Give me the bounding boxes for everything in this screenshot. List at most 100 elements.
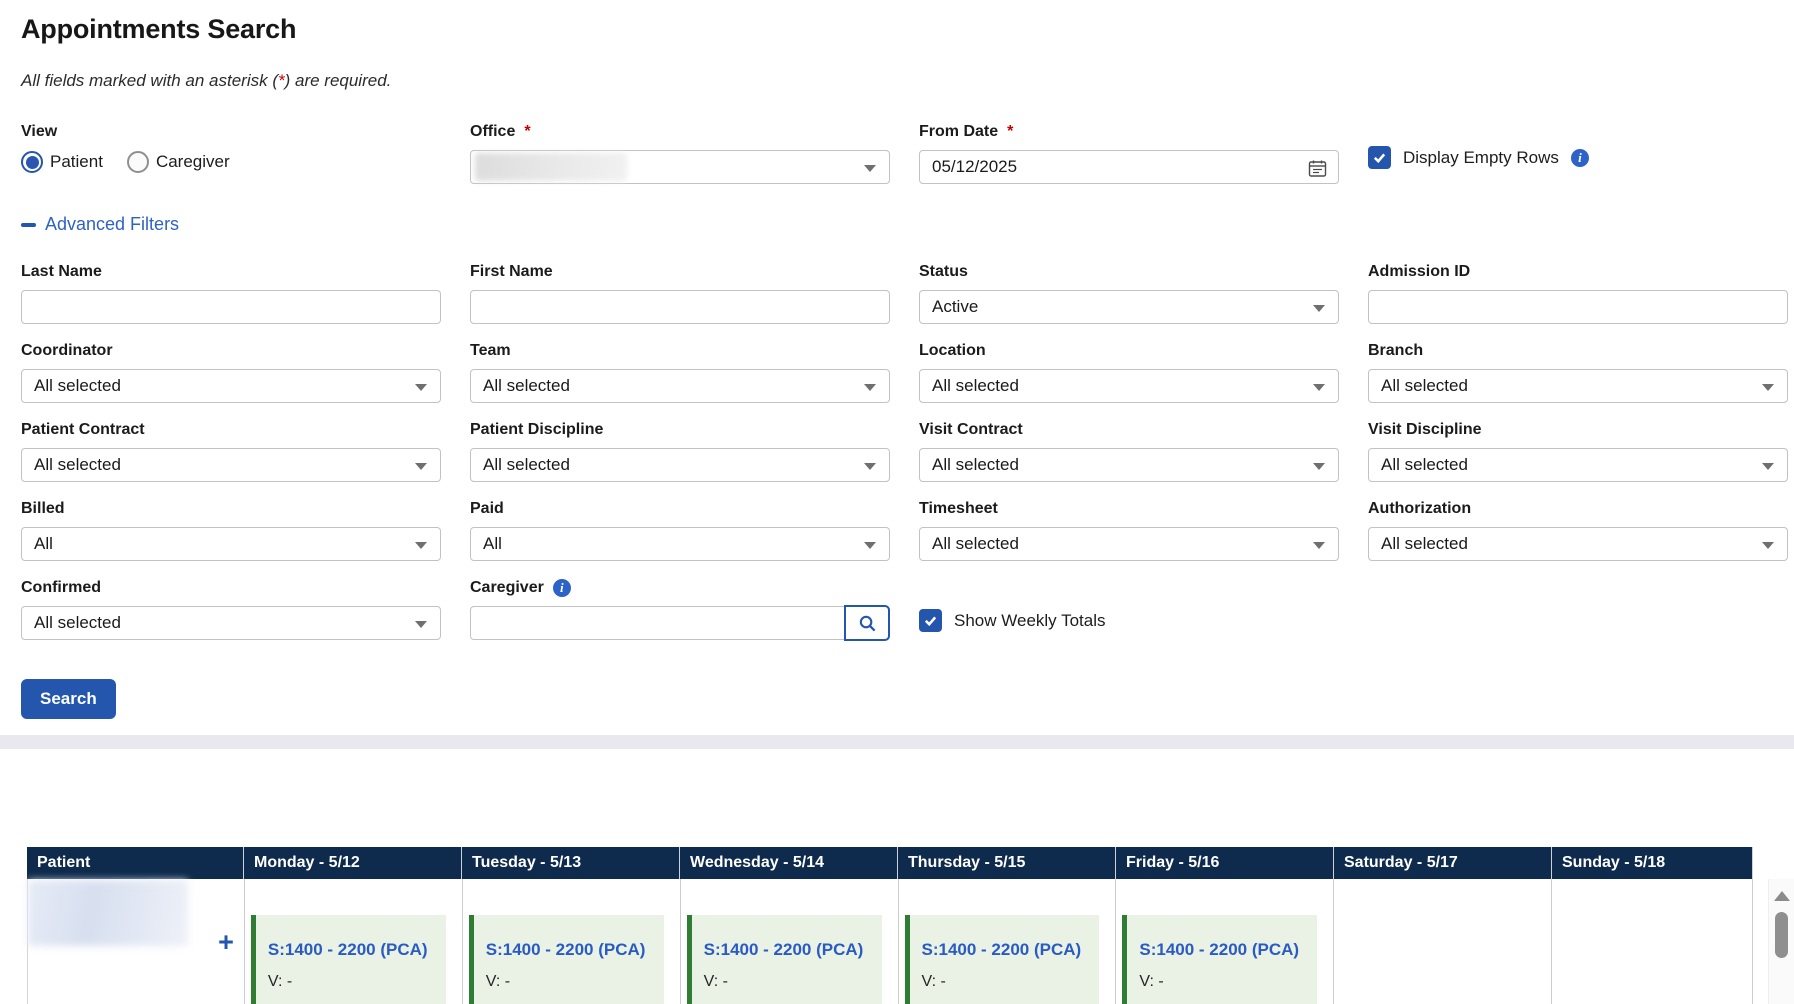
- scrollbar-up-icon[interactable]: [1774, 891, 1790, 901]
- team-field: Team All selected: [470, 342, 890, 403]
- first-name-field: First Name: [470, 263, 890, 324]
- admission-id-input-wrap: [1368, 290, 1788, 324]
- chevron-down-icon: [415, 621, 427, 628]
- view-label: View: [21, 123, 441, 141]
- chevron-down-icon: [1313, 384, 1325, 391]
- billed-select[interactable]: All: [21, 527, 441, 561]
- info-icon[interactable]: i: [553, 579, 571, 597]
- calendar-icon[interactable]: [1308, 159, 1327, 183]
- branch-field: BranchAll selected: [1368, 342, 1788, 403]
- appointment-schedule-link[interactable]: S:1400 - 2200 (PCA): [922, 940, 1100, 960]
- minus-icon: [21, 223, 36, 227]
- visit-discipline-field: Visit Discipline All selected: [1368, 421, 1788, 482]
- caregiver-field: Caregiver i: [470, 579, 890, 641]
- advanced-filter-grid: Last Name First Name Status Active Admission…: [21, 263, 1794, 561]
- show-weekly-totals-field: Show Weekly Totals: [919, 609, 1339, 632]
- branch-select[interactable]: All selected: [1368, 369, 1788, 403]
- grid-header-patient: Patient: [27, 847, 244, 879]
- chevron-down-icon: [864, 165, 876, 172]
- chevron-down-icon: [1313, 542, 1325, 549]
- location-select[interactable]: All selected: [919, 369, 1339, 403]
- authorization-label: Authorization: [1368, 500, 1788, 518]
- caregiver-search-input[interactable]: [470, 606, 844, 640]
- timesheet-label: Timesheet: [919, 500, 1339, 518]
- appointment-visit-text: V: -: [1139, 973, 1317, 991]
- from-date-input-wrap: [919, 150, 1339, 184]
- display-empty-rows-checkbox[interactable]: [1368, 146, 1391, 169]
- billed-field: BilledAll: [21, 500, 441, 561]
- view-radio-patient[interactable]: Patient: [21, 151, 103, 173]
- from-date-input[interactable]: [932, 151, 1326, 183]
- status-field: Status Active: [919, 263, 1339, 324]
- grid-header-day-5: Friday - 5/16: [1116, 847, 1334, 879]
- admission-id-field: Admission ID: [1368, 263, 1788, 324]
- team-select[interactable]: All selected: [470, 369, 890, 403]
- last-name-input-wrap: [21, 290, 441, 324]
- patient-discipline-label: Patient Discipline: [470, 421, 890, 439]
- patient-contract-select[interactable]: All selected: [21, 448, 441, 482]
- status-label: Status: [919, 263, 1339, 281]
- patient-discipline-select[interactable]: All selected: [470, 448, 890, 482]
- info-icon[interactable]: i: [1571, 149, 1589, 167]
- day-cell-empty: [1552, 879, 1753, 1004]
- display-empty-rows-label: Display Empty Rows: [1403, 148, 1559, 168]
- paid-label: Paid: [470, 500, 890, 518]
- appointment-visit-text: V: -: [704, 973, 882, 991]
- radio-icon: [21, 151, 43, 173]
- appointment-schedule-link[interactable]: S:1400 - 2200 (PCA): [486, 940, 664, 960]
- chevron-down-icon: [1762, 542, 1774, 549]
- chevron-down-icon: [864, 463, 876, 470]
- appointment-visit-text: V: -: [922, 973, 1100, 991]
- timesheet-select[interactable]: All selected: [919, 527, 1339, 561]
- status-select[interactable]: Active: [919, 290, 1339, 324]
- appointment-schedule-link[interactable]: S:1400 - 2200 (PCA): [1139, 940, 1317, 960]
- confirmed-select[interactable]: All selected: [21, 606, 441, 640]
- radio-label: Patient: [50, 152, 103, 172]
- first-name-input[interactable]: [483, 291, 877, 323]
- authorization-select[interactable]: All selected: [1368, 527, 1788, 561]
- required-note: All fields marked with an asterisk (*) a…: [21, 71, 1794, 91]
- view-field: View Patient Caregiver: [21, 123, 441, 184]
- search-icon: [858, 614, 877, 633]
- last-name-label: Last Name: [21, 263, 441, 281]
- grid-header-row: PatientMonday - 5/12Tuesday - 5/13Wednes…: [27, 847, 1753, 879]
- appointment-schedule-link[interactable]: S:1400 - 2200 (PCA): [268, 940, 446, 960]
- appointment-visit-text: V: -: [268, 973, 446, 991]
- add-appointment-button[interactable]: +: [218, 929, 234, 956]
- show-weekly-totals-label: Show Weekly Totals: [954, 611, 1106, 631]
- visit-contract-field: Visit ContractAll selected: [919, 421, 1339, 482]
- grid-header-day-4: Thursday - 5/15: [898, 847, 1116, 879]
- grid-header-day-6: Saturday - 5/17: [1334, 847, 1552, 879]
- admission-id-label: Admission ID: [1368, 263, 1788, 281]
- advanced-filters-toggle[interactable]: Advanced Filters: [21, 214, 179, 235]
- confirmed-label: Confirmed: [21, 579, 441, 597]
- search-button[interactable]: Search: [21, 679, 116, 719]
- timesheet-field: Timesheet All selected: [919, 500, 1339, 561]
- appointments-search-page: Appointments Search All fields marked wi…: [0, 0, 1794, 719]
- chevron-down-icon: [864, 542, 876, 549]
- office-select[interactable]: [470, 150, 890, 184]
- office-redacted-value: [475, 153, 627, 181]
- scrollbar-thumb[interactable]: [1775, 912, 1788, 958]
- location-label: Location: [919, 342, 1339, 360]
- patient-contract-field: Patient ContractAll selected: [21, 421, 441, 482]
- view-radio-caregiver[interactable]: Caregiver: [127, 151, 230, 173]
- admission-id-input[interactable]: [1381, 291, 1775, 323]
- paid-select[interactable]: All: [470, 527, 890, 561]
- visit-discipline-label: Visit Discipline: [1368, 421, 1788, 439]
- chevron-down-icon: [415, 463, 427, 470]
- appointment-card: S:1400 - 2200 (PCA)V: -: [469, 915, 664, 1004]
- vertical-scrollbar[interactable]: [1768, 879, 1794, 1004]
- appointment-schedule-link[interactable]: S:1400 - 2200 (PCA): [704, 940, 882, 960]
- caregiver-search-button[interactable]: [844, 605, 890, 641]
- coordinator-select[interactable]: All selected: [21, 369, 441, 403]
- required-asterisk: *: [278, 71, 285, 90]
- show-weekly-totals-checkbox[interactable]: [919, 609, 942, 632]
- day-cell: S:1400 - 2200 (PCA) V: -: [681, 879, 899, 1004]
- team-label: Team: [470, 342, 890, 360]
- visit-discipline-select[interactable]: All selected: [1368, 448, 1788, 482]
- last-name-input[interactable]: [34, 291, 428, 323]
- visit-contract-select[interactable]: All selected: [919, 448, 1339, 482]
- chevron-down-icon: [1762, 384, 1774, 391]
- view-radio-group: Patient Caregiver: [21, 151, 441, 173]
